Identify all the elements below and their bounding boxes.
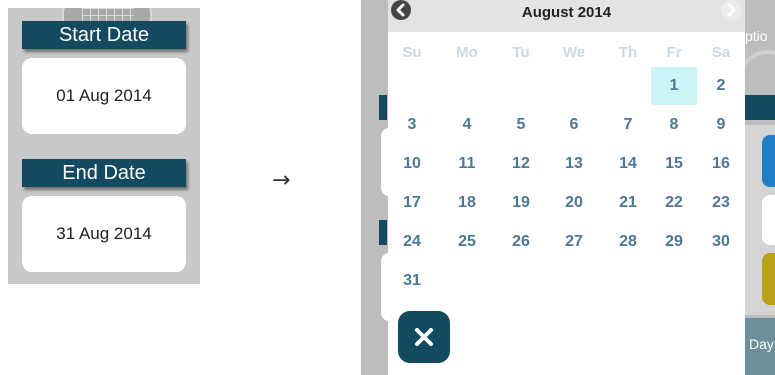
end-date-label: End Date — [22, 159, 186, 187]
background-label-strip — [379, 95, 387, 120]
calendar-day[interactable]: 13 — [551, 145, 597, 183]
weekday-label: We — [562, 44, 586, 61]
date-picker-calendar: August 2014 Su Mo Tu We Th Fr Sa 1 2 3 4 5 6 7 8 9 10 11… — [388, 0, 745, 375]
calendar-day[interactable]: 10 — [389, 145, 435, 183]
background-label-strip — [379, 220, 387, 245]
calendar-day[interactable]: 11 — [444, 145, 490, 183]
calendar-month-title: August 2014 — [521, 4, 612, 21]
calendar-day[interactable]: 30 — [698, 223, 744, 261]
weekday-label: Tu — [512, 44, 530, 61]
previous-month-button[interactable] — [391, 0, 411, 20]
calendar-day[interactable]: 29 — [651, 223, 697, 261]
start-date-label: Start Date — [22, 21, 186, 49]
calendar-day[interactable]: 4 — [444, 106, 490, 144]
calendar-day[interactable]: 5 — [498, 106, 544, 144]
calendar-day[interactable]: 8 — [651, 106, 697, 144]
close-icon — [415, 328, 433, 346]
calendar-day[interactable]: 25 — [444, 223, 490, 261]
start-date-field[interactable]: 01 Aug 2014 — [22, 58, 186, 134]
weekday-label: Su — [402, 44, 422, 61]
calendar-day[interactable]: 27 — [551, 223, 597, 261]
weekday-label: Fr — [666, 44, 682, 61]
calendar-day[interactable]: 12 — [498, 145, 544, 183]
end-date-field[interactable]: 31 Aug 2014 — [22, 196, 186, 272]
calendar-day[interactable]: 3 — [389, 106, 435, 144]
calendar-day[interactable]: 31 — [389, 262, 435, 300]
date-range-panel: Start Date 01 Aug 2014 End Date 31 Aug 2… — [8, 8, 200, 284]
calendar-day[interactable]: 28 — [605, 223, 651, 261]
calendar-day[interactable]: 15 — [651, 145, 697, 183]
weekday-label: Th — [618, 44, 638, 61]
background-option-text: ptio — [745, 28, 768, 44]
calendar-day[interactable]: 26 — [498, 223, 544, 261]
close-button[interactable] — [398, 311, 450, 363]
calendar-day[interactable]: 14 — [605, 145, 651, 183]
calendar-day[interactable]: 17 — [389, 184, 435, 222]
chevron-left-icon — [396, 3, 405, 17]
calendar-day[interactable]: 19 — [498, 184, 544, 222]
next-month-button[interactable] — [721, 0, 741, 20]
background-label-strip — [745, 95, 775, 120]
background-button-white — [762, 195, 775, 245]
calendar-day[interactable]: 9 — [698, 106, 744, 144]
background-day-text: Day — [749, 336, 774, 352]
calendar-day[interactable]: 6 — [551, 106, 597, 144]
calendar-day[interactable]: 20 — [551, 184, 597, 222]
background-button-blue — [762, 135, 775, 187]
weekday-label: Sa — [711, 44, 731, 61]
calendar-day[interactable]: 23 — [698, 184, 744, 222]
chevron-right-icon — [727, 3, 736, 17]
background-button-olive — [762, 253, 775, 305]
calendar-day[interactable]: 22 — [651, 184, 697, 222]
transition-arrow-icon: → — [272, 168, 291, 193]
calendar-day[interactable]: 16 — [698, 145, 744, 183]
weekday-label: Mo — [456, 44, 478, 61]
calendar-day-selected[interactable]: 1 — [651, 67, 697, 105]
calendar-day[interactable]: 24 — [389, 223, 435, 261]
calendar-day[interactable]: 21 — [605, 184, 651, 222]
calendar-day[interactable]: 2 — [698, 67, 744, 105]
calendar-day[interactable]: 18 — [444, 184, 490, 222]
calendar-day[interactable]: 7 — [605, 106, 651, 144]
